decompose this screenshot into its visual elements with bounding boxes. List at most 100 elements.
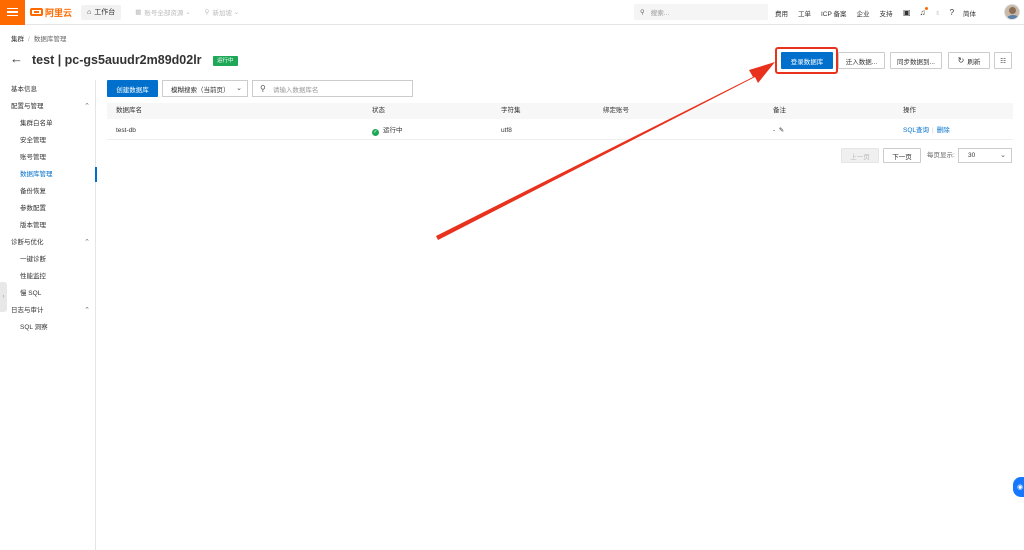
cell-actions: SQL查询 | 删除 — [903, 122, 950, 140]
sidebar-item-label: 慢 SQL — [20, 290, 42, 297]
back-arrow-icon[interactable]: ← — [10, 52, 23, 66]
sidebar-item-version[interactable]: 版本管理 — [0, 218, 96, 233]
logo-text: 阿里云 — [45, 7, 73, 18]
action-separator: | — [932, 127, 934, 134]
sidebar-item-basic-info[interactable]: 基本信息 — [0, 82, 96, 97]
floating-assistant-button[interactable]: ◉ — [1013, 477, 1024, 497]
breadcrumb-root[interactable]: 集群 — [11, 36, 24, 43]
annotation-arrow-shape — [436, 62, 775, 240]
page-size-label: 每页显示: — [927, 152, 955, 159]
chevron-down-icon: ⌄ — [231, 9, 240, 16]
sidebar-item-label: 配置与管理 — [11, 103, 44, 110]
check-circle-icon: ✓ — [372, 129, 379, 136]
avatar[interactable] — [1004, 4, 1020, 20]
assistant-icon: ◉ — [1016, 484, 1024, 491]
sidebar-item-label: 基本信息 — [11, 86, 37, 93]
sidebar-group-config[interactable]: 配置与管理 ⌃ — [0, 99, 96, 114]
sidebar-item-accounts[interactable]: 账号管理 — [0, 150, 96, 165]
home-icon: ⌂ — [87, 8, 92, 16]
language-switch[interactable]: 简体 — [963, 8, 976, 18]
column-header-actions: 操作 — [903, 107, 916, 114]
bell-icon[interactable]: ♫ — [920, 7, 928, 17]
page-title: test | pc-gs5auudr2m89d02lr — [32, 53, 202, 67]
lightbulb-icon[interactable]: ♁ — [935, 8, 941, 17]
column-header-remark: 备注 — [773, 107, 786, 114]
hamburger-menu-icon[interactable] — [0, 0, 25, 25]
search-icon: ⚲ — [640, 9, 645, 16]
chevron-down-icon: ⌄ — [1000, 152, 1006, 159]
create-database-button[interactable]: 创建数据库 — [107, 80, 158, 97]
breadcrumb: 集群 / 数据库管理 — [11, 33, 66, 43]
column-header-name: 数据库名 — [116, 107, 142, 114]
status-badge: 运行中 — [213, 56, 238, 66]
workbench-label: 工作台 — [94, 9, 116, 16]
account-scope-label: 账号全部资源 — [144, 10, 184, 17]
sidebar-item-label: 安全管理 — [20, 137, 46, 144]
refresh-icon: ↻ — [957, 56, 965, 65]
sidebar-item-one-click-diagnosis[interactable]: 一键诊断 — [0, 252, 96, 267]
top-link-support[interactable]: 支持 — [880, 8, 893, 18]
sidebar-item-label: 日志与审计 — [11, 307, 44, 314]
aliyun-logo[interactable]: 阿里云 — [30, 6, 72, 19]
chevron-up-icon: ⌃ — [84, 239, 90, 246]
breadcrumb-separator: / — [28, 36, 30, 43]
sidebar-collapse-handle[interactable]: › — [0, 282, 7, 312]
sidebar-group-diagnosis[interactable]: 诊断与优化 ⌃ — [0, 235, 96, 250]
top-link-icp[interactable]: ICP 备案 — [821, 8, 847, 18]
help-icon[interactable]: ? — [950, 8, 954, 17]
edit-pencil-icon[interactable]: ✎ — [777, 127, 784, 134]
column-settings-button[interactable]: ☷ — [994, 52, 1012, 69]
top-link-billing[interactable]: 费用 — [775, 8, 788, 18]
top-links: 费用 工单 ICP 备案 企业 支持 — [775, 0, 903, 25]
sidebar: 基本信息 配置与管理 ⌃ 集群白名单 安全管理 账号管理 数据库管理 备份恢复 参… — [0, 80, 97, 550]
region-selector[interactable]: ⚲ 新加坡 ⌄ — [205, 7, 240, 17]
workbench-button[interactable]: ⌂ 工作台 — [81, 4, 122, 20]
breadcrumb-current: 数据库管理 — [33, 36, 67, 43]
sidebar-item-params[interactable]: 参数配置 — [0, 201, 96, 216]
list-settings-icon: ☷ — [1000, 57, 1006, 65]
search-icon: ⚲ — [260, 84, 266, 93]
chevron-up-icon: ⌃ — [84, 103, 90, 110]
next-page-button[interactable]: 下一页 — [883, 148, 921, 163]
refresh-button[interactable]: ↻ 刷新 — [948, 52, 990, 69]
page-size-select[interactable]: 30 ⌄ — [958, 148, 1012, 163]
sidebar-item-label: 集群白名单 — [20, 120, 53, 127]
sidebar-item-monitoring[interactable]: 性能监控 — [0, 269, 96, 284]
annotation-highlight-box — [775, 47, 838, 74]
sidebar-item-label: 版本管理 — [20, 222, 46, 229]
cell-remark-text: - — [773, 127, 776, 134]
top-link-enterprise[interactable]: 企业 — [857, 8, 870, 18]
sidebar-item-whitelist[interactable]: 集群白名单 — [0, 116, 96, 131]
cell-status: ✓ 运行中 — [372, 122, 403, 140]
cell-remark: - ✎ — [773, 122, 784, 140]
sql-query-link[interactable]: SQL查询 — [903, 127, 929, 134]
region-label: 新加坡 — [212, 10, 232, 17]
cell-db-name: test-db — [116, 127, 136, 134]
sidebar-item-backup[interactable]: 备份恢复 — [0, 184, 96, 199]
sidebar-item-security[interactable]: 安全管理 — [0, 133, 96, 148]
top-link-ticket[interactable]: 工单 — [798, 8, 811, 18]
delete-link[interactable]: 删除 — [937, 127, 950, 134]
sidebar-item-label: 账号管理 — [20, 154, 46, 161]
sidebar-item-label: 一键诊断 — [20, 256, 46, 263]
account-scope-selector[interactable]: ▦ 账号全部资源 ⌄ — [135, 7, 190, 17]
prev-page-button[interactable]: 上一页 — [841, 148, 879, 163]
location-icon: ⚲ — [204, 9, 210, 16]
database-search-input[interactable]: ⚲ 请输入数据库名 — [252, 80, 413, 97]
sidebar-item-label: 诊断与优化 — [11, 239, 44, 246]
sidebar-group-logs[interactable]: 日志与审计 ⌃ — [0, 303, 96, 318]
sidebar-item-label: SQL 洞察 — [20, 324, 48, 331]
sidebar-item-sql-insight[interactable]: SQL 洞察 — [0, 320, 96, 335]
column-header-charset: 字符集 — [501, 107, 521, 114]
sidebar-item-databases[interactable]: 数据库管理 — [0, 167, 97, 182]
sidebar-item-label: 数据库管理 — [20, 171, 53, 178]
database-search-placeholder: 请输入数据库名 — [272, 86, 319, 94]
global-search-input[interactable]: ⚲ 搜索... — [634, 4, 768, 20]
chevron-right-icon: › — [2, 294, 5, 300]
terminal-icon[interactable]: ▣ — [903, 8, 911, 17]
sync-data-button[interactable]: 同步数据到... — [890, 52, 942, 69]
sidebar-item-slow-sql[interactable]: 慢 SQL — [0, 286, 96, 301]
search-mode-select[interactable]: 模糊搜索（当前页） ⌄ — [162, 80, 248, 97]
import-data-button[interactable]: 迁入数据... — [838, 52, 885, 69]
aliyun-logo-icon — [30, 8, 43, 16]
